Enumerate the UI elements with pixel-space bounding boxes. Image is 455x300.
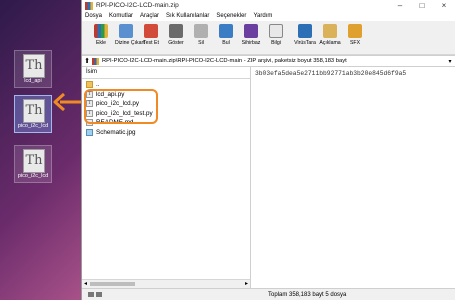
folder-icon xyxy=(86,81,93,89)
desktop-icon-label: pico_i2c_lcd xyxy=(17,123,49,129)
python-file-icon: Th xyxy=(23,149,45,173)
test-icon xyxy=(144,24,158,38)
info-icon xyxy=(269,24,283,38)
delete-icon xyxy=(194,24,208,38)
add-archive-icon xyxy=(94,24,108,38)
image-file-icon xyxy=(86,128,93,136)
desktop-icon-lcd-api[interactable]: Th lcd_api xyxy=(14,50,52,88)
python-file-icon: Th xyxy=(23,54,45,78)
title-bar: RPI-PICO-I2C-LCD-main.zip – □ × xyxy=(82,0,455,11)
orange-highlight-annotation xyxy=(84,89,158,124)
menu-araclar[interactable]: Araçlar xyxy=(140,13,159,19)
file-row-schematic[interactable]: Schematic.jpg xyxy=(82,128,250,138)
view-icon xyxy=(169,24,183,38)
close-button[interactable]: × xyxy=(433,0,455,11)
sfx-button[interactable]: SFX xyxy=(344,24,366,46)
file-list-pane: İsim .. T lcd_api.py T pico_i2c_lcd.py T… xyxy=(82,67,251,289)
arrow-annotation-icon xyxy=(53,92,82,112)
drive-icon xyxy=(88,291,108,298)
status-text: Toplam 358,183 bayt 5 dosya xyxy=(268,291,347,298)
view-button[interactable]: Göster xyxy=(165,24,187,46)
extract-folder-icon xyxy=(119,24,133,38)
menu-dosya[interactable]: Dosya xyxy=(85,13,102,19)
address-bar: ⬆ RPI-PICO-I2C-LCD-main.zip\RPI-PICO-I2C… xyxy=(82,55,455,67)
zip-archive-icon xyxy=(92,57,99,65)
wizard-icon xyxy=(244,24,258,38)
test-button[interactable]: Test Et xyxy=(140,24,162,46)
menu-sik-kullanilanlar[interactable]: Sık Kullanılanlar xyxy=(166,13,209,19)
winrar-app-icon xyxy=(85,1,93,10)
menu-komutlar[interactable]: Komutlar xyxy=(109,13,133,19)
chevron-down-icon[interactable]: ▾ xyxy=(445,58,455,65)
menu-secenekler[interactable]: Seçenekler xyxy=(216,13,246,19)
minimize-button[interactable]: – xyxy=(389,0,411,11)
sfx-icon xyxy=(348,24,362,38)
desktop-icon-pico-i2c-lcd-2[interactable]: Th pico_i2c_lcd xyxy=(14,145,52,183)
archive-path[interactable]: RPI-PICO-I2C-LCD-main.zip\RPI-PICO-I2C-L… xyxy=(102,58,445,64)
comment-icon xyxy=(323,24,337,38)
column-header-name[interactable]: İsim xyxy=(82,67,250,79)
desktop-icon-label: pico_i2c_lcd xyxy=(17,173,49,179)
comment-pane: 3b03efa5dea5e2711bb92771ab3b20e845d6f9a5 xyxy=(251,67,455,289)
desktop-icon-label: lcd_api xyxy=(24,78,42,84)
window-title: RPI-PICO-I2C-LCD-main.zip xyxy=(96,2,179,9)
menu-bar: Dosya Komutlar Araçlar Sık Kullanılanlar… xyxy=(82,11,455,21)
winrar-window: RPI-PICO-I2C-LCD-main.zip – □ × Dosya Ko… xyxy=(82,0,455,300)
maximize-button[interactable]: □ xyxy=(411,0,433,11)
info-button[interactable]: Bilgi xyxy=(265,24,287,46)
extract-button[interactable]: Dizine Çıkart xyxy=(115,24,145,46)
python-file-icon: Th xyxy=(23,99,45,123)
menu-yardim[interactable]: Yardım xyxy=(253,13,272,19)
virus-scan-icon xyxy=(298,24,312,38)
add-button[interactable]: Ekle xyxy=(90,24,112,46)
status-bar: Toplam 358,183 bayt 5 dosya xyxy=(82,288,455,300)
scrollbar-thumb[interactable] xyxy=(90,282,135,286)
up-folder-icon[interactable]: ⬆ xyxy=(82,57,92,65)
find-icon xyxy=(219,24,233,38)
toolbar: Ekle Dizine Çıkart Test Et Göster Sil Bu… xyxy=(82,21,455,55)
comment-button[interactable]: Açıklama xyxy=(319,24,341,46)
wizard-button[interactable]: Sihirbaz xyxy=(240,24,262,46)
virus-scan-button[interactable]: VirüsTara xyxy=(294,24,316,46)
delete-button[interactable]: Sil xyxy=(190,24,212,46)
archive-comment: 3b03efa5dea5e2711bb92771ab3b20e845d6f9a5 xyxy=(255,70,407,77)
find-button[interactable]: Bul xyxy=(215,24,237,46)
desktop-icon-pico-i2c-lcd[interactable]: Th pico_i2c_lcd xyxy=(14,95,52,133)
